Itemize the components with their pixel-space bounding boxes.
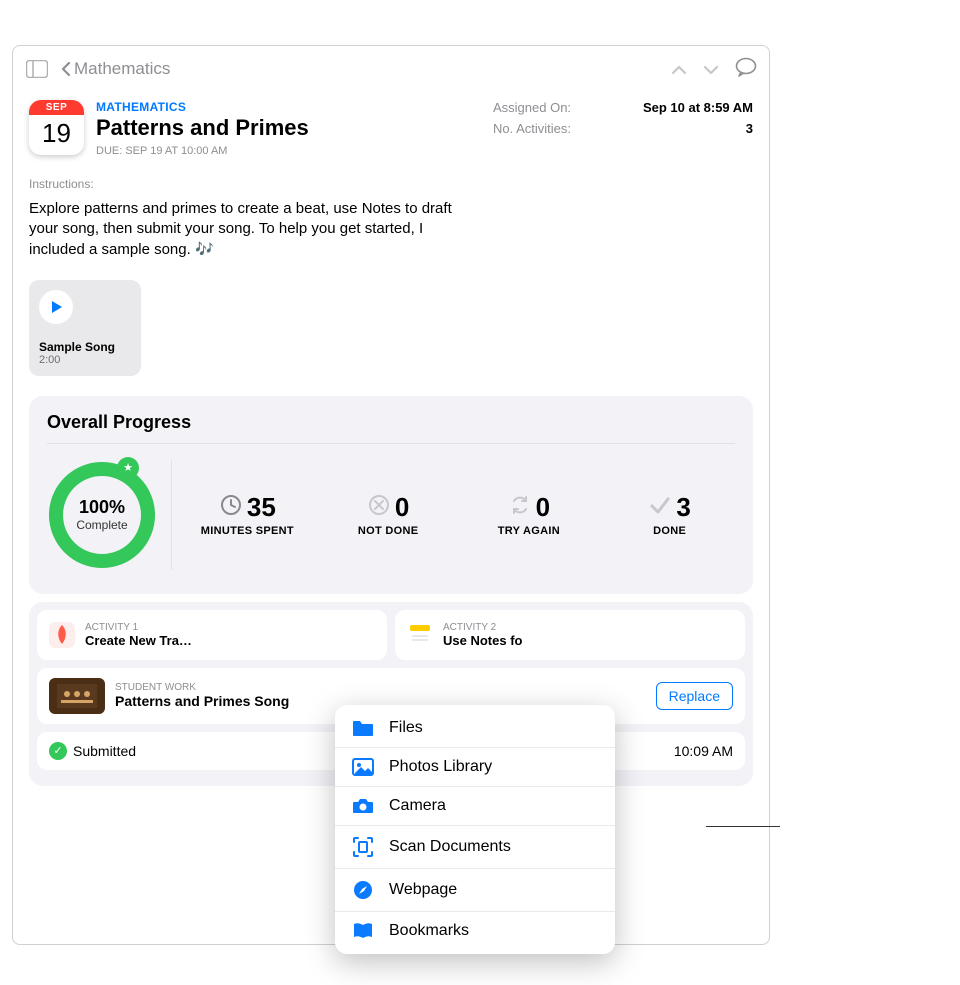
student-work-thumbnail (49, 678, 105, 714)
submitted-label: Submitted (73, 743, 136, 759)
camera-icon (351, 797, 375, 815)
check-circle-icon: ✓ (49, 742, 67, 760)
chat-icon[interactable] (735, 57, 757, 82)
activity-1-name: Create New Tra… (85, 633, 192, 648)
menu-photos-label: Photos Library (389, 758, 492, 776)
photo-icon (351, 758, 375, 776)
attach-source-menu: Files Photos Library Camera Scan Documen… (335, 705, 615, 954)
play-icon[interactable] (39, 290, 73, 324)
clock-icon (219, 493, 243, 522)
not-done-label: NOT DONE (358, 525, 418, 537)
stat-try-again: 0 TRY AGAIN (464, 492, 595, 537)
compass-icon (351, 879, 375, 901)
calendar-day: 19 (42, 115, 71, 151)
done-value: 3 (676, 492, 690, 523)
activity-2-tile[interactable]: ACTIVITY 2 Use Notes fo (395, 610, 745, 660)
minutes-label: MINUTES SPENT (201, 525, 294, 537)
nav-up-icon[interactable] (671, 59, 687, 80)
subject-tag: MATHEMATICS (96, 100, 481, 114)
progress-percent: 100% (79, 497, 125, 518)
navbar: Mathematics (13, 46, 769, 92)
activity-1-tile[interactable]: ACTIVITY 1 Create New Tra… (37, 610, 387, 660)
stat-minutes: 35 MINUTES SPENT (182, 492, 313, 537)
try-again-value: 0 (536, 492, 550, 523)
sidebar-toggle-icon[interactable] (25, 59, 49, 79)
assigned-on-value: Sep 10 at 8:59 AM (623, 100, 753, 115)
overall-progress-card: Overall Progress 100% Complete ★ 35 M (29, 396, 753, 594)
star-badge-icon: ★ (117, 457, 139, 479)
stat-not-done: 0 NOT DONE (323, 492, 454, 537)
scan-icon (351, 836, 375, 858)
menu-item-scan[interactable]: Scan Documents (335, 825, 615, 868)
activity-2-name: Use Notes fo (443, 633, 522, 648)
progress-ring: 100% Complete ★ (47, 460, 157, 570)
submitted-time: 10:09 AM (674, 743, 733, 759)
menu-item-photos[interactable]: Photos Library (335, 747, 615, 786)
try-again-label: TRY AGAIN (498, 525, 560, 537)
media-title: Sample Song (39, 340, 131, 354)
menu-bookmarks-label: Bookmarks (389, 922, 469, 940)
menu-camera-label: Camera (389, 797, 446, 815)
assignment-title: Patterns and Primes (96, 115, 481, 141)
calendar-icon: SEP 19 (29, 100, 84, 155)
stat-done: 3 DONE (604, 492, 735, 537)
due-date: DUE: SEP 19 AT 10:00 AM (96, 145, 481, 157)
menu-item-bookmarks[interactable]: Bookmarks (335, 911, 615, 950)
garageband-icon (47, 620, 77, 650)
check-icon (648, 493, 672, 522)
menu-item-files[interactable]: Files (335, 709, 615, 747)
instructions-text: Explore patterns and primes to create a … (29, 199, 479, 260)
activity-2-tag: ACTIVITY 2 (443, 622, 522, 633)
student-work-tag: STUDENT WORK (115, 682, 646, 693)
not-done-value: 0 (395, 492, 409, 523)
replace-button[interactable]: Replace (656, 682, 733, 710)
menu-files-label: Files (389, 719, 423, 737)
done-label: DONE (653, 525, 686, 537)
header: SEP 19 MATHEMATICS Patterns and Primes D… (13, 92, 769, 165)
activities-count-value: 3 (623, 121, 753, 136)
minutes-value: 35 (247, 492, 276, 523)
assigned-on-label: Assigned On: (493, 100, 593, 115)
x-circle-icon (367, 493, 391, 522)
refresh-icon (508, 493, 532, 522)
progress-title: Overall Progress (47, 412, 735, 433)
instructions-label: Instructions: (29, 177, 753, 191)
media-duration: 2:00 (39, 354, 131, 366)
annotation-line-right (706, 826, 780, 827)
sample-media-card[interactable]: Sample Song 2:00 (29, 280, 141, 376)
menu-item-webpage[interactable]: Webpage (335, 868, 615, 911)
folder-icon (351, 719, 375, 737)
menu-item-camera[interactable]: Camera (335, 786, 615, 825)
book-icon (351, 922, 375, 940)
activity-1-tag: ACTIVITY 1 (85, 622, 192, 633)
back-button[interactable]: Mathematics (61, 59, 170, 79)
progress-complete-label: Complete (76, 518, 127, 532)
instructions-block: Instructions: Explore patterns and prime… (13, 165, 769, 264)
nav-down-icon[interactable] (703, 59, 719, 80)
menu-scan-label: Scan Documents (389, 838, 511, 856)
notes-icon (405, 620, 435, 650)
calendar-month: SEP (29, 100, 84, 115)
menu-webpage-label: Webpage (389, 881, 457, 899)
header-meta: Assigned On: Sep 10 at 8:59 AM No. Activ… (493, 100, 753, 157)
chevron-left-icon (61, 61, 71, 77)
activities-count-label: No. Activities: (493, 121, 593, 136)
back-label: Mathematics (74, 59, 170, 79)
